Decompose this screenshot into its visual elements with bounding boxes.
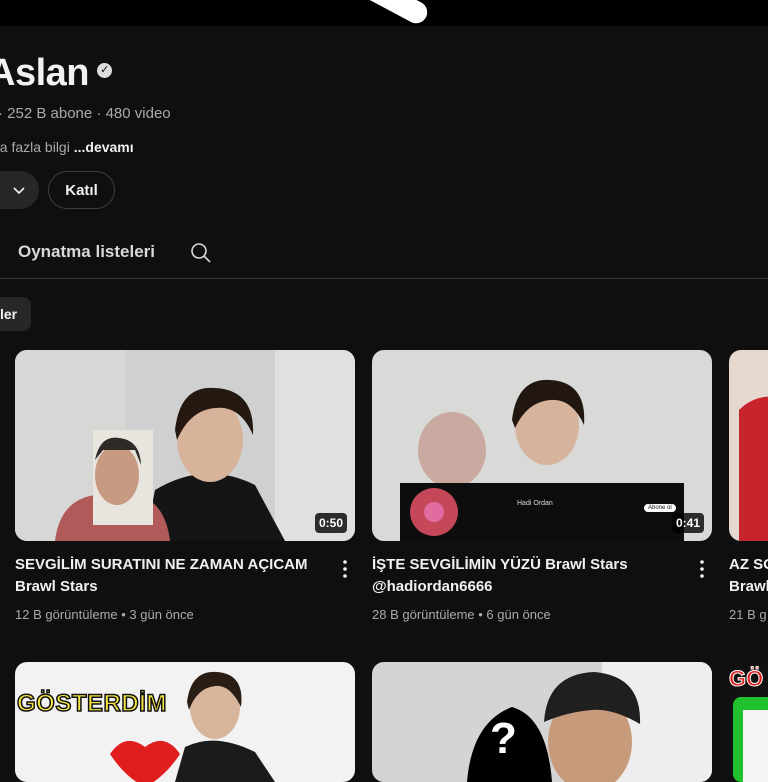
video-duration: 0:50 (314, 513, 347, 533)
video-title[interactable]: SEVGİLİM SURATINI NE ZAMAN AÇICAM Brawl … (15, 554, 315, 598)
channel-name-text: Aslan (0, 52, 89, 94)
more-options-icon[interactable] (694, 558, 710, 580)
channel-stats: · 252 B abone · 480 video (0, 105, 171, 122)
video-thumbnail[interactable]: Hadi Ordan Abone ol 0:41 (372, 350, 712, 541)
video-title[interactable]: AZ SO Brawl (729, 554, 768, 598)
video-thumbnail[interactable]: GÖSTERDİM (15, 662, 355, 782)
description-more-link[interactable]: ...devamı (74, 139, 134, 155)
video-views: 21 B g (729, 607, 767, 622)
thumbnail-overlay-text: GÖSTERDİM (16, 689, 167, 718)
video-views: 12 B görüntüleme (15, 607, 118, 622)
more-options-icon[interactable] (337, 558, 353, 580)
video-thumbnail[interactable]: GÖ (729, 662, 768, 782)
search-icon[interactable] (190, 242, 212, 269)
video-title-line: İŞTE SEVGİLİMİN YÜZÜ Brawl Stars (372, 556, 628, 573)
video-title-line: SEVGİLİM SURATINI NE ZAMAN AÇICAM (15, 556, 308, 573)
video-meta: 21 B g (729, 607, 767, 622)
thumbnail-image (15, 350, 355, 541)
video-thumbnail[interactable]: ? (372, 662, 712, 782)
thumbnail-overlay-text: GÖ (729, 666, 764, 692)
video-age: 3 gün önce (129, 607, 194, 622)
overlay-channel-name: Hadi Ordan (517, 500, 553, 507)
video-meta: 12 B görüntüleme • 3 gün önce (15, 607, 194, 622)
video-title[interactable]: İŞTE SEVGİLİMİN YÜZÜ Brawl Stars @hadior… (372, 554, 672, 598)
video-thumbnail[interactable]: 0:50 (15, 350, 355, 541)
video-title-line: @hadiordan6666 (372, 578, 493, 595)
video-title-line: Brawl Stars (15, 578, 98, 595)
subscribe-dropdown-button[interactable] (0, 171, 39, 209)
thumbnail-image (15, 662, 355, 782)
channel-name: Aslan ✓ (0, 52, 112, 95)
chevron-down-icon (12, 187, 25, 195)
banner-strip (0, 0, 768, 28)
verified-check-icon: ✓ (96, 63, 112, 79)
video-card[interactable]: 0:50 SEVGİLİM SURATINI NE ZAMAN AÇICAM B… (15, 350, 355, 622)
channel-description[interactable]: ha fazla bilgi ...devamı (0, 139, 134, 155)
video-card[interactable]: AZ SO Brawl 21 B g (729, 350, 768, 622)
video-thumbnail[interactable] (729, 350, 768, 541)
filter-chip[interactable]: ler (0, 297, 32, 331)
video-meta: 28 B görüntüleme • 6 gün önce (372, 607, 551, 622)
join-button[interactable]: Katıl (48, 171, 115, 209)
description-text: ha fazla bilgi (0, 139, 70, 155)
thumbnail-image (372, 350, 712, 541)
banner-graphic (358, 0, 432, 28)
video-card[interactable]: Hadi Ordan Abone ol 0:41 İŞTE SEVGİLİMİN… (372, 350, 712, 622)
thumbnail-overlay-text: ? (490, 714, 517, 763)
thumbnail-image (372, 662, 712, 782)
video-age: 6 gün önce (486, 607, 551, 622)
video-title-line: Brawl (729, 578, 768, 595)
overlay-subscribe-button: Abone ol (644, 504, 676, 512)
channel-tabs: Oynatma listeleri (0, 232, 768, 279)
video-duration: 0:41 (671, 513, 704, 533)
thumbnail-image (729, 350, 768, 541)
video-title-line: AZ SO (729, 556, 768, 573)
tab-playlists[interactable]: Oynatma listeleri (18, 242, 155, 262)
video-views: 28 B görüntüleme (372, 607, 475, 622)
